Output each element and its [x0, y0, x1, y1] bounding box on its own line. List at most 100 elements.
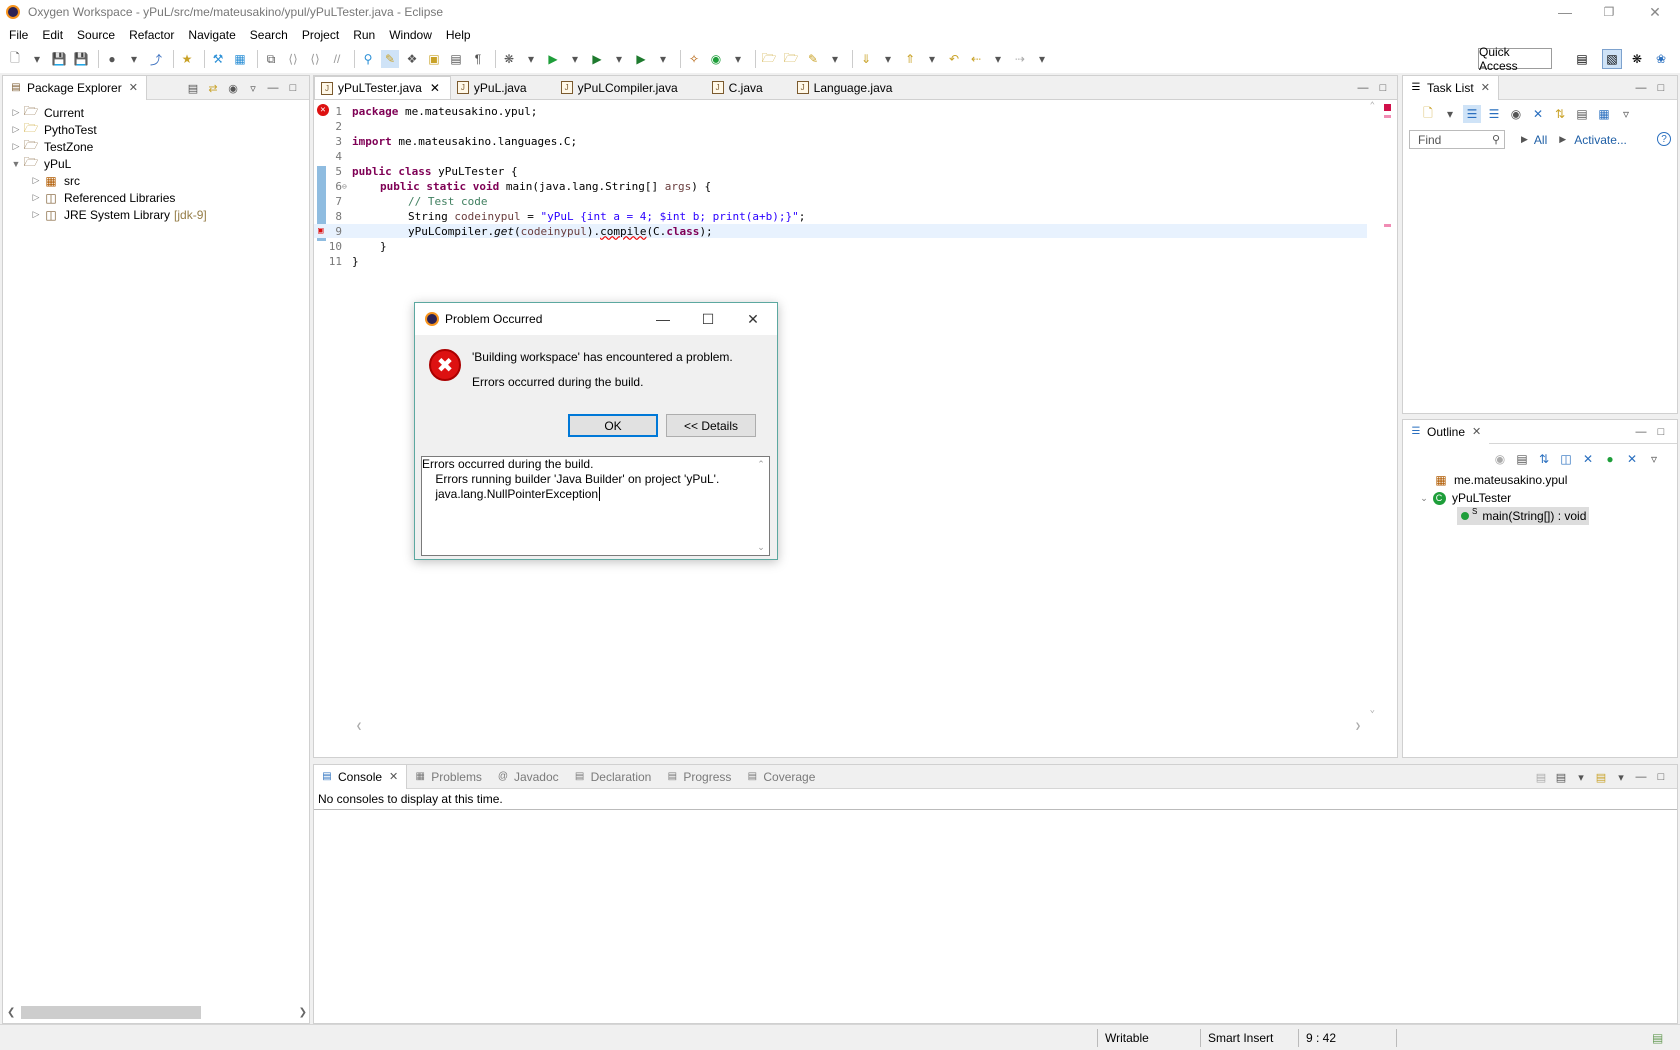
focus-icon[interactable]: ◉ [1491, 450, 1509, 468]
expand-arrow-icon[interactable]: ▶ [1521, 134, 1528, 145]
dropdown-icon[interactable]: ▾ [1611, 771, 1631, 784]
overview-marker[interactable] [1384, 224, 1391, 227]
focus-icon[interactable]: ◉ [1507, 105, 1525, 123]
details-button[interactable]: << Details [666, 414, 756, 437]
dropdown-icon[interactable]: ▾ [566, 50, 584, 68]
menu-project[interactable]: Project [295, 28, 346, 42]
dropdown-icon[interactable]: ▾ [879, 50, 897, 68]
tab-console[interactable]: ▤ Console ✕ [314, 764, 408, 789]
python-perspective-icon[interactable]: ❀ [1651, 49, 1671, 69]
back-icon[interactable]: ⇠ [967, 50, 985, 68]
save-icon[interactable]: 💾 [50, 50, 68, 68]
dropdown-icon[interactable]: ▾ [610, 50, 628, 68]
synchronize-icon[interactable]: ⇅ [1551, 105, 1569, 123]
maximize-icon[interactable]: □ [1651, 82, 1671, 94]
scroll-down-icon[interactable]: ⌄ [757, 540, 765, 555]
minimize-icon[interactable]: — [1631, 426, 1651, 438]
collapse-all-icon[interactable]: ▤ [183, 82, 203, 95]
dropdown-icon[interactable]: ▾ [125, 50, 143, 68]
expand-arrow-icon[interactable]: ▷ [29, 192, 43, 203]
new-icon[interactable]: 🗋 [6, 50, 24, 68]
activate-link[interactable]: Activate... [1574, 133, 1627, 147]
menu-navigate[interactable]: Navigate [181, 28, 242, 42]
new-task-icon[interactable]: 🗋 [1419, 105, 1437, 123]
menu-help[interactable]: Help [439, 28, 478, 42]
scheduled-icon[interactable]: ☰ [1485, 105, 1503, 123]
minimize-icon[interactable]: — [1631, 82, 1651, 94]
menu-search[interactable]: Search [243, 28, 295, 42]
close-icon[interactable]: ✕ [430, 81, 440, 95]
overview-error-marker[interactable] [1384, 104, 1391, 111]
minimize-button[interactable]: — [1542, 0, 1588, 24]
tree-item-src[interactable]: ▷ ▦ src [3, 172, 309, 189]
tab-declaration[interactable]: ▤ Declaration [567, 765, 660, 789]
task-find-input[interactable]: Find ⚲ [1409, 130, 1505, 149]
close-icon[interactable]: ✕ [1481, 81, 1490, 94]
collapse-all-icon[interactable]: ▤ [1513, 450, 1531, 468]
maximize-icon[interactable]: □ [1373, 82, 1393, 94]
scroll-up-icon[interactable]: ⌃ [1370, 101, 1375, 111]
task-repository-icon[interactable]: ▦ [1595, 105, 1613, 123]
view-menu-icon[interactable]: ▿ [1617, 105, 1635, 123]
run-icon[interactable]: ▶ [544, 50, 562, 68]
open-console-icon[interactable]: ▤ [1591, 771, 1611, 784]
outline-item-package[interactable]: ▦ me.mateusakino.ypul [1433, 471, 1589, 489]
minimize-icon[interactable]: — [1353, 82, 1373, 94]
tree-item-referenced-libraries[interactable]: ▷ ◫ Referenced Libraries [3, 189, 309, 206]
collapse-arrow-icon[interactable]: ▼ [9, 159, 23, 169]
details-scrollbar[interactable]: ⌃ ⌄ [753, 457, 769, 555]
dropdown-icon[interactable]: ▾ [989, 50, 1007, 68]
annotation-icon[interactable]: ▣ [425, 50, 443, 68]
dropdown-icon[interactable]: ▾ [729, 50, 747, 68]
new-package-icon[interactable]: ✧ [685, 50, 703, 68]
menu-source[interactable]: Source [70, 28, 122, 42]
dialog-minimize-button[interactable]: — [641, 303, 685, 335]
dropdown-icon[interactable]: ▾ [28, 50, 46, 68]
expand-arrow-icon[interactable]: ▷ [9, 124, 23, 135]
debug-perspective-icon[interactable]: ❋ [1627, 49, 1647, 69]
tree-item-ypul[interactable]: ▼ 🗁 yPuL [3, 155, 309, 172]
open-folder-icon[interactable]: 🗁 [760, 50, 778, 68]
dropdown-icon[interactable]: ▾ [923, 50, 941, 68]
menu-run[interactable]: Run [346, 28, 382, 42]
external-tools-icon[interactable]: ▶ [632, 50, 650, 68]
outline-item-method[interactable]: S main(String[]) : void [1457, 507, 1590, 525]
tab-c-java[interactable]: J C.java [706, 76, 773, 99]
expand-arrow-icon[interactable]: ▷ [9, 141, 23, 152]
expand-arrow-icon[interactable]: ▷ [29, 209, 43, 220]
save-all-icon[interactable]: 💾 [72, 50, 90, 68]
close-icon[interactable]: ✕ [1472, 425, 1481, 438]
scrollbar-thumb[interactable] [21, 1005, 202, 1019]
forward-icon[interactable]: ⇢ [1011, 50, 1029, 68]
display-console-icon[interactable]: ▤ [1551, 771, 1571, 784]
help-icon[interactable]: ? [1657, 132, 1671, 146]
tree-item-testzone[interactable]: ▷ 🗁 TestZone [3, 138, 309, 155]
link-editor-icon[interactable]: ⇄ [203, 82, 223, 95]
dropdown-icon[interactable]: ▾ [1441, 105, 1459, 123]
tab-package-explorer[interactable]: ▤ Package Explorer ✕ [3, 75, 147, 100]
close-icon[interactable]: ✕ [129, 81, 138, 94]
dropdown-icon[interactable]: ▾ [522, 50, 540, 68]
tab-language-java[interactable]: J Language.java [791, 76, 903, 99]
scroll-right-icon[interactable]: ❯ [299, 1007, 307, 1018]
close-window-button[interactable]: ✕ [1632, 0, 1678, 24]
expand-arrow-icon[interactable]: ▶ [1559, 134, 1566, 145]
details-text-area[interactable]: Errors occurred during the build. Errors… [421, 456, 770, 556]
tab-ypulcompiler-java[interactable]: J yPuLCompiler.java [555, 76, 688, 99]
java-perspective-icon[interactable]: ▧ [1602, 49, 1622, 69]
outline-item-class[interactable]: ⌄ C yPuLTester [1417, 489, 1589, 507]
scroll-down-icon[interactable]: ⌄ [1370, 705, 1375, 715]
search-type-icon[interactable]: ⚲ [359, 50, 377, 68]
overview-marker[interactable] [1384, 115, 1391, 118]
quick-access-field[interactable]: Quick Access [1478, 45, 1552, 73]
scroll-left-icon[interactable]: ❮ [356, 721, 362, 732]
grid-icon[interactable]: ▦ [231, 50, 249, 68]
dropdown-icon[interactable]: ▾ [654, 50, 672, 68]
minimize-icon[interactable]: — [1631, 771, 1651, 783]
hide-static-icon[interactable]: ✕ [1579, 450, 1597, 468]
tab-progress[interactable]: ▤ Progress [659, 765, 739, 789]
collapse-all-icon[interactable]: ▤ [1573, 105, 1591, 123]
hide-local-types-icon[interactable]: ✕ [1623, 450, 1641, 468]
paragraph-icon[interactable]: ¶ [469, 50, 487, 68]
scroll-left-icon[interactable]: ❮ [7, 1007, 15, 1018]
